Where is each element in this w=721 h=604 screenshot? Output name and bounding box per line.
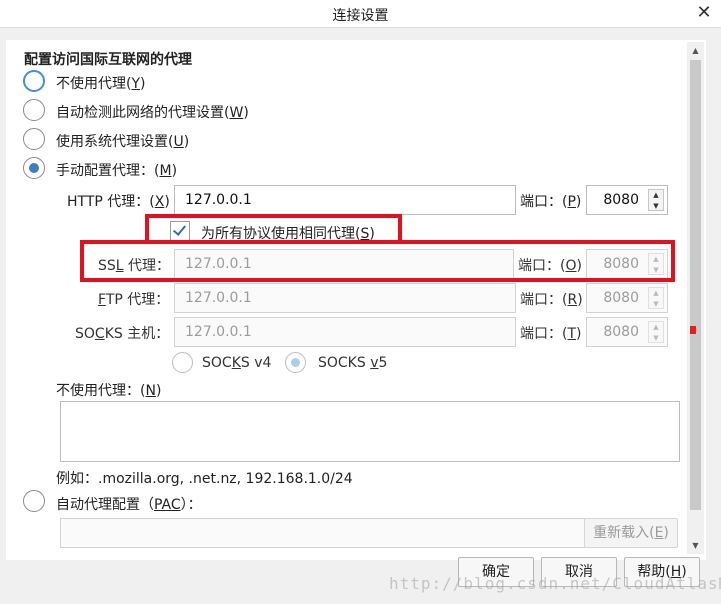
radio-socks-v4[interactable] [172, 352, 193, 373]
stepper-up-icon[interactable]: ▲ [649, 288, 663, 298]
radio-auto-detect[interactable] [23, 99, 45, 121]
scroll-down-icon[interactable]: ▼ [687, 537, 704, 554]
socks-host-input[interactable]: 127.0.0.1 [174, 317, 516, 347]
label-manual-proxy: 手动配置代理：(M) [56, 163, 178, 179]
stepper-up-icon[interactable]: ▲ [649, 190, 663, 200]
stepper-arrows[interactable]: ▲ ▼ [648, 189, 664, 211]
socks-port-stepper[interactable]: 8080 ▲ ▼ [586, 317, 668, 347]
label-ftp-proxy: FTP 代理： [98, 292, 170, 308]
label-http-port: 端口：(P) [520, 194, 582, 210]
stepper-down-icon[interactable]: ▼ [649, 201, 663, 211]
scroll-up-icon[interactable]: ▲ [687, 42, 704, 59]
stepper-down-icon[interactable]: ▼ [649, 333, 663, 343]
radio-socks-v5[interactable] [285, 352, 306, 373]
pac-url-input[interactable] [60, 518, 585, 548]
label-ftp-port: 端口：(R) [520, 292, 583, 308]
label-socks-v5: SOCKS v5 [318, 355, 388, 371]
ftp-port-value: 8080 [603, 290, 639, 306]
no-proxy-example: 例如：.mozilla.org, .net.nz, 192.168.1.0/24 [56, 471, 353, 487]
watermark: http://blog.csdn.net/CloudAtlasM [389, 574, 721, 593]
ftp-proxy-input[interactable]: 127.0.0.1 [174, 283, 516, 313]
radio-pac[interactable] [23, 490, 45, 512]
scroll-marker [690, 326, 696, 334]
radio-manual-proxy[interactable] [23, 157, 45, 179]
label-no-proxy: 不使用代理(Y) [56, 76, 146, 92]
socks-port-value: 8080 [603, 324, 639, 340]
label-socks-host: SOCKS 主机： [75, 326, 170, 342]
label-http-proxy: HTTP 代理：(X) [67, 194, 170, 210]
radio-no-proxy[interactable] [23, 70, 45, 92]
label-pac: 自动代理配置（PAC）： [56, 497, 202, 513]
stepper-down-icon[interactable]: ▼ [649, 299, 663, 309]
no-proxy-textarea[interactable] [60, 401, 680, 462]
ftp-port-stepper[interactable]: 8080 ▲ ▼ [586, 283, 668, 313]
stepper-up-icon[interactable]: ▲ [649, 322, 663, 332]
annotation-box-ssl-row [80, 240, 675, 282]
scrollbar[interactable]: ▲ ▼ [687, 42, 704, 554]
label-socks-port: 端口：(T) [520, 326, 582, 342]
window-title: 连接设置 [332, 8, 389, 24]
stepper-arrows[interactable]: ▲ ▼ [648, 287, 664, 309]
section-title: 配置访问国际互联网的代理 [24, 52, 192, 68]
label-socks-v4: SOCKS v4 [202, 355, 272, 371]
close-icon[interactable]: ✕ [690, 1, 718, 27]
radio-system-proxy[interactable] [23, 128, 45, 150]
label-no-proxy-for: 不使用代理：(N) [56, 383, 162, 399]
reload-button[interactable]: 重新载入(E) [584, 518, 678, 548]
http-proxy-input[interactable]: 127.0.0.1 [174, 185, 516, 215]
http-port-value: 8080 [603, 192, 639, 208]
label-auto-detect: 自动检测此网络的代理设置(W) [56, 105, 249, 121]
label-system-proxy: 使用系统代理设置(U) [56, 134, 190, 150]
scroll-thumb[interactable] [690, 60, 701, 510]
stepper-arrows[interactable]: ▲ ▼ [648, 321, 664, 343]
http-port-stepper[interactable]: 8080 ▲ ▼ [586, 185, 668, 215]
